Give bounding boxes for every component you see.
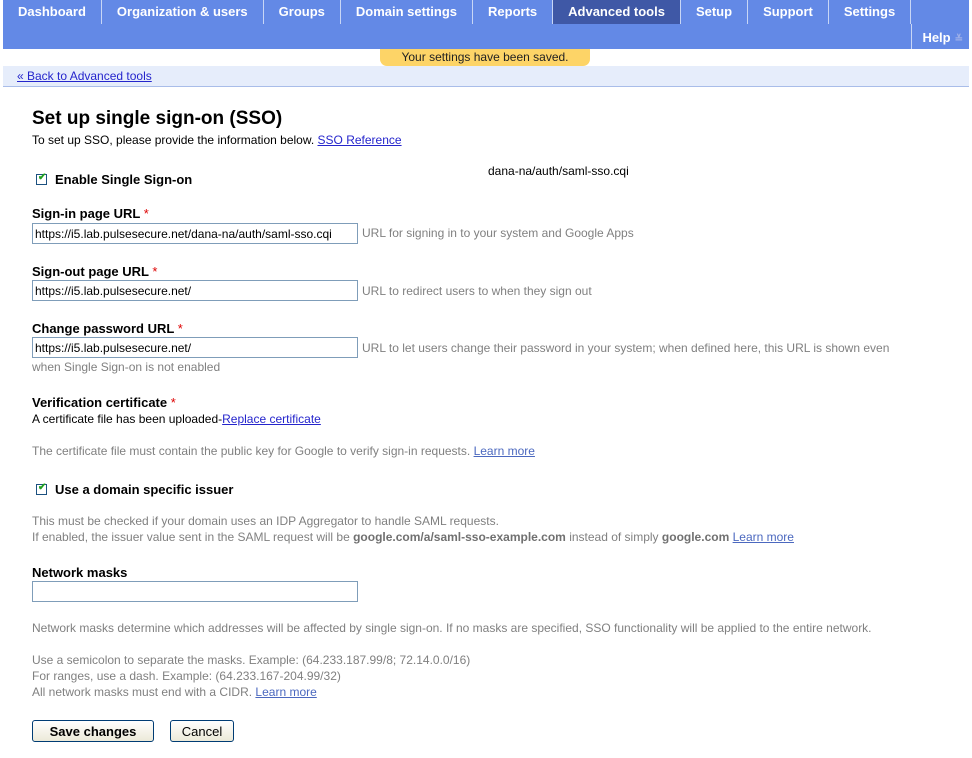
tab-groups[interactable]: Groups — [264, 0, 341, 24]
issuer-help-mid: instead of simply — [569, 530, 659, 544]
tab-domain-settings[interactable]: Domain settings — [341, 0, 474, 24]
domain-issuer-checkbox[interactable] — [36, 482, 47, 495]
signout-url-input[interactable] — [32, 280, 358, 301]
signin-url-label: Sign-in page URL * — [32, 206, 149, 221]
issuer-default-value: google.com — [661, 530, 730, 544]
certificate-learn-more-link[interactable]: Learn more — [474, 444, 535, 458]
required-marker: * — [177, 321, 183, 336]
change-password-url-input[interactable] — [32, 337, 358, 358]
tab-support[interactable]: Support — [748, 0, 829, 24]
certificate-note: The certificate file must contain the pu… — [32, 443, 535, 459]
help-label: Help — [922, 30, 951, 45]
certificate-status: A certificate file has been uploaded-Rep… — [32, 412, 321, 426]
verification-certificate-label: Verification certificate * — [32, 395, 176, 410]
signout-url-hint: URL to redirect users to when they sign … — [362, 284, 592, 298]
tab-setup[interactable]: Setup — [681, 0, 749, 24]
network-masks-input[interactable] — [32, 581, 358, 602]
network-masks-help-4-text: All network masks must end with a CIDR. — [32, 685, 253, 699]
network-masks-learn-more-link[interactable]: Learn more — [255, 685, 316, 699]
tab-organization-users[interactable]: Organization & users — [102, 0, 264, 24]
network-masks-help-2: Use a semicolon to separate the masks. E… — [32, 653, 471, 667]
nav-tabs: Dashboard Organization & users Groups Do… — [3, 0, 912, 24]
domain-issuer-row: Use a domain specific issuer — [36, 482, 233, 497]
network-masks-help-3: For ranges, use a dash. Example: (64.233… — [32, 669, 341, 683]
intro-text: To set up SSO, please provide the inform… — [32, 133, 315, 147]
double-chevron-down-icon: ≚ — [954, 34, 963, 45]
signin-url-label-text: Sign-in page URL — [32, 206, 141, 221]
page-title: Set up single sign-on (SSO) — [32, 108, 283, 129]
certificate-note-text: The certificate file must contain the pu… — [32, 444, 471, 458]
issuer-help-pre: If enabled, the issuer value sent in the… — [32, 530, 350, 544]
settings-saved-notice: Your settings have been saved. — [380, 49, 590, 66]
network-masks-help-1: Network masks determine which addresses … — [32, 621, 872, 635]
required-marker: * — [152, 264, 158, 279]
network-masks-help-4: All network masks must end with a CIDR. … — [32, 684, 317, 700]
back-to-advanced-tools-link[interactable]: « Back to Advanced tools — [17, 69, 152, 83]
top-navigation: Dashboard Organization & users Groups Do… — [3, 0, 969, 49]
verification-certificate-label-text: Verification certificate — [32, 395, 168, 410]
enable-sso-checkbox[interactable] — [36, 172, 47, 185]
page-intro: To set up SSO, please provide the inform… — [32, 133, 402, 147]
domain-issuer-help-1: This must be checked if your domain uses… — [32, 514, 499, 528]
tab-advanced-tools[interactable]: Advanced tools — [553, 0, 681, 24]
certificate-status-text: A certificate file has been uploaded- — [32, 412, 223, 426]
help-menu[interactable]: Help ≚ — [911, 24, 969, 49]
change-password-url-label: Change password URL * — [32, 321, 183, 336]
issuer-example-value: google.com/a/saml-sso-example.com — [353, 530, 566, 544]
required-marker: * — [143, 206, 149, 221]
change-password-url-hint: URL to let users change their password i… — [362, 341, 890, 355]
sso-reference-link[interactable]: SSO Reference — [318, 133, 402, 147]
tab-reports[interactable]: Reports — [473, 0, 554, 24]
required-marker: * — [170, 395, 176, 410]
enable-sso-label: Enable Single Sign-on — [55, 172, 193, 187]
breadcrumb-bar: « Back to Advanced tools — [3, 66, 969, 87]
cancel-button[interactable]: Cancel — [170, 720, 234, 742]
signout-url-label-text: Sign-out page URL — [32, 264, 149, 279]
signin-url-input[interactable] — [32, 223, 358, 244]
enable-sso-row: Enable Single Sign-on — [36, 172, 192, 187]
signout-url-label: Sign-out page URL * — [32, 264, 157, 279]
save-changes-button[interactable]: Save changes — [32, 720, 154, 742]
change-password-url-label-text: Change password URL — [32, 321, 175, 336]
signin-url-hint: URL for signing in to your system and Go… — [362, 226, 634, 240]
replace-certificate-link[interactable]: Replace certificate — [222, 412, 321, 426]
issuer-learn-more-link[interactable]: Learn more — [733, 530, 794, 544]
change-password-url-hint-cont: when Single Sign-on is not enabled — [32, 360, 221, 374]
floating-path-text: dana-na/auth/saml-sso.cqi — [488, 164, 629, 178]
network-masks-label: Network masks — [32, 565, 128, 580]
domain-issuer-help-2: If enabled, the issuer value sent in the… — [32, 529, 794, 545]
domain-issuer-label: Use a domain specific issuer — [55, 482, 234, 497]
tab-settings[interactable]: Settings — [829, 0, 912, 24]
tab-dashboard[interactable]: Dashboard — [3, 0, 102, 24]
